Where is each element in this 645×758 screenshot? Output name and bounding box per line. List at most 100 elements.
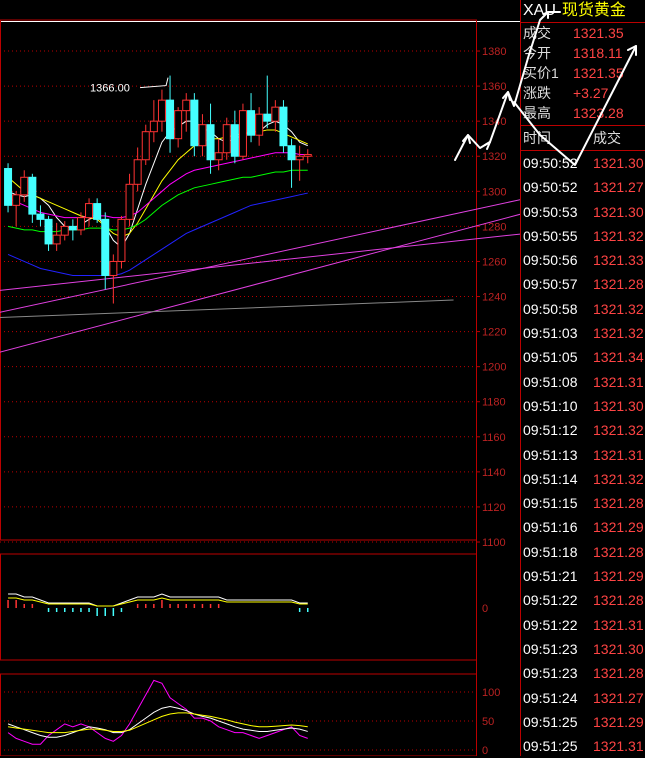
chart-area[interactable]: 1100 1120 1140 1160 1180 1200 1220 1240 1260 1280… <box>0 0 520 756</box>
y-tick-label: 1300 <box>482 186 506 198</box>
trade-price: 1321.29 <box>593 568 644 585</box>
moving-average-line <box>7 169 308 233</box>
high-annotation: 1366.00 <box>90 83 130 95</box>
trades-header-price: 成交 <box>593 130 621 146</box>
trade-time: 09:51:13 <box>523 446 578 463</box>
trade-row: 09:50:56 1321.33 <box>521 248 645 272</box>
candle-body <box>238 110 247 157</box>
trade-row: 09:51:22 1321.28 <box>521 588 645 612</box>
trade-price: 1321.28 <box>593 592 644 609</box>
trade-row: 09:50:52 1321.30 <box>521 151 645 175</box>
quote-label: 今开 <box>523 45 551 61</box>
candle-body <box>190 99 199 147</box>
y-tick-label: 1180 <box>482 397 506 409</box>
candle-body <box>287 145 296 161</box>
trade-price: 1321.31 <box>593 738 644 755</box>
trade-price: 1321.34 <box>593 349 644 366</box>
moving-average-line <box>7 152 308 219</box>
candle-body <box>52 234 61 245</box>
quote-row: 成交 1321.35 <box>521 23 645 43</box>
y-tick-label: 0 <box>482 603 488 615</box>
y-tick-label: 1220 <box>482 327 506 339</box>
candle-body <box>303 153 312 157</box>
moving-average-line <box>7 120 308 249</box>
trade-price: 1321.29 <box>593 713 644 730</box>
trade-row: 09:51:25 1321.29 <box>521 710 645 734</box>
trade-time: 09:51:05 <box>523 349 578 366</box>
trade-row: 09:50:53 1321.30 <box>521 200 645 224</box>
trade-time: 09:50:52 <box>523 179 578 196</box>
candle-body <box>117 218 126 262</box>
trade-price: 1321.29 <box>593 519 644 536</box>
trade-row: 09:51:14 1321.32 <box>521 467 645 491</box>
trade-row: 09:51:10 1321.30 <box>521 394 645 418</box>
quote-row: 涨跌 +3.27 <box>521 83 645 103</box>
y-tick-label: 1320 <box>482 151 506 163</box>
candle-body <box>255 113 264 136</box>
trade-time: 09:51:15 <box>523 495 578 512</box>
trade-row: 09:51:25 1321.31 <box>521 734 645 758</box>
candle-body <box>36 213 45 220</box>
trade-price: 1321.30 <box>593 203 644 220</box>
candle-body <box>295 155 304 161</box>
trade-row: 09:51:16 1321.29 <box>521 515 645 539</box>
y-tick-label: 1140 <box>482 467 506 479</box>
trade-time: 09:51:18 <box>523 543 578 560</box>
trade-time: 09:50:53 <box>523 203 578 220</box>
trade-time: 09:51:23 <box>523 665 578 682</box>
trend-line <box>0 233 520 291</box>
macd-dea-line <box>8 597 308 607</box>
y-tick-label: 1340 <box>482 116 506 128</box>
trade-row: 09:51:03 1321.32 <box>521 321 645 345</box>
symbol-code: XAU <box>523 2 556 19</box>
candle-body <box>4 168 13 206</box>
trend-line <box>0 299 454 319</box>
quote-row: 买价1 1321.35 <box>521 63 645 83</box>
y-tick-label: 1120 <box>482 502 506 514</box>
y-tick-label: 1380 <box>482 46 506 58</box>
candle-body <box>157 99 166 122</box>
trade-row: 09:51:15 1321.28 <box>521 491 645 515</box>
trade-price: 1321.30 <box>593 640 644 657</box>
quote-value: 1323.28 <box>573 105 624 121</box>
trade-time: 09:51:12 <box>523 422 578 439</box>
trade-price: 1321.28 <box>593 543 644 560</box>
moving-average-line <box>7 192 308 276</box>
trade-row: 09:51:08 1321.31 <box>521 370 645 394</box>
trade-price: 1321.27 <box>593 179 644 196</box>
quote-row: 今开 1318.11 <box>521 43 645 63</box>
trade-time: 09:51:25 <box>523 738 578 755</box>
trade-price: 1321.28 <box>593 276 644 293</box>
trade-price: 1321.32 <box>593 300 644 317</box>
quote-value: 1321.35 <box>573 25 624 41</box>
trade-row: 09:51:05 1321.34 <box>521 345 645 369</box>
candle-body <box>60 225 69 236</box>
panel-frame <box>0 553 477 661</box>
trade-list[interactable]: 09:50:52 1321.30 09:50:52 1321.27 09:50:53 13… <box>521 151 645 758</box>
trade-price: 1321.31 <box>593 616 644 633</box>
trade-time: 09:51:22 <box>523 592 578 609</box>
candle-body <box>20 176 29 196</box>
candle-body <box>133 159 142 185</box>
candle-body <box>28 176 37 215</box>
trade-row: 09:51:24 1321.27 <box>521 686 645 710</box>
trade-time: 09:50:55 <box>523 227 578 244</box>
trade-time: 09:51:22 <box>523 616 578 633</box>
trade-row: 09:51:18 1321.28 <box>521 540 645 564</box>
trade-row: 09:50:58 1321.32 <box>521 297 645 321</box>
candle-body <box>222 124 231 154</box>
symbol-header: XAU 现货黄金 <box>521 0 645 23</box>
quote-row: 最高 1323.28 <box>521 103 645 123</box>
trend-line <box>0 199 520 313</box>
y-tick-label: 100 <box>482 687 500 699</box>
trade-time: 09:51:16 <box>523 519 578 536</box>
quote-value: +3.27 <box>573 85 609 101</box>
quote-panel: XAU 现货黄金 成交 1321.35 今开 1318.11 买价1 1321.35 涨… <box>520 0 645 756</box>
trade-price: 1321.32 <box>593 422 644 439</box>
trade-time: 09:51:03 <box>523 325 578 342</box>
quote-block: 成交 1321.35 今开 1318.11 买价1 1321.35 涨跌 +3.27 最… <box>521 23 645 126</box>
quote-label: 涨跌 <box>523 85 551 101</box>
candle-body <box>44 218 53 245</box>
chart-svg[interactable]: 1100112011401160118012001220124012601280… <box>0 0 520 756</box>
candle-body <box>109 260 118 276</box>
